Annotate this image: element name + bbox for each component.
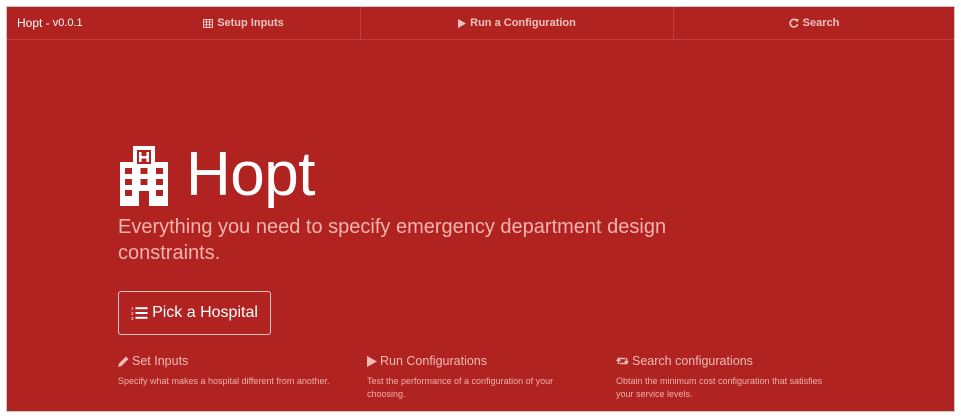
tagline: Everything you need to specify emergency… <box>118 216 667 264</box>
brand-version: v0.0.1 <box>52 17 83 29</box>
brand-name: Hopt - <box>17 16 50 30</box>
play-icon <box>458 18 467 28</box>
feature-title: Set Inputs <box>132 354 189 368</box>
feature-description: Specify what makes a hospital different … <box>118 376 330 386</box>
svg-text:3: 3 <box>131 316 134 320</box>
feature-search-configurations: Search configurations Obtain the minimum… <box>616 353 841 401</box>
retweet-icon <box>616 356 629 366</box>
hospital-icon <box>118 144 170 206</box>
feature-title: Run Configurations <box>380 354 488 368</box>
nav-run-configuration-label: Run a Configuration <box>470 17 576 29</box>
pick-hospital-label: Pick a Hospital <box>152 304 258 321</box>
nav-setup-inputs-label: Setup Inputs <box>217 17 284 29</box>
refresh-icon <box>789 18 799 28</box>
feature-description: Test the performance of a configuration … <box>367 376 554 399</box>
page-title: Hopt <box>186 140 315 209</box>
hero-header: Hopt <box>118 141 678 209</box>
app-window: Hopt - v0.0.1 Setup Inputs Run a Configu… <box>6 6 955 412</box>
feature-set-inputs: Set Inputs Specify what makes a hospital… <box>118 353 348 388</box>
nav-run-configuration[interactable]: Run a Configuration <box>360 7 673 39</box>
feature-title: Search configurations <box>632 354 753 368</box>
nav-search[interactable]: Search <box>673 7 954 39</box>
pencil-icon <box>118 356 129 367</box>
play-icon <box>367 355 377 367</box>
brand[interactable]: Hopt - v0.0.1 <box>7 7 127 39</box>
table-icon <box>203 18 214 28</box>
feature-run-configurations: Run Configurations Test the performance … <box>367 353 582 401</box>
feature-description: Obtain the minimum cost configuration th… <box>616 376 823 399</box>
list-ol-icon: 1 2 3 <box>131 306 148 320</box>
navbar: Hopt - v0.0.1 Setup Inputs Run a Configu… <box>7 7 954 40</box>
pick-hospital-button[interactable]: 1 2 3 Pick a Hospital <box>118 291 271 335</box>
nav-setup-inputs[interactable]: Setup Inputs <box>127 7 360 39</box>
nav-search-label: Search <box>802 17 840 29</box>
